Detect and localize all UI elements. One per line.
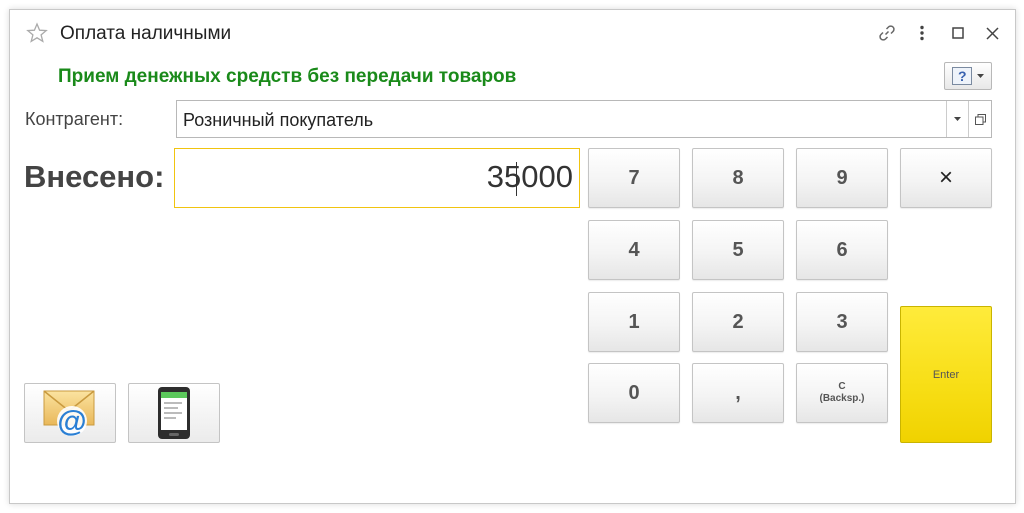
window-title: Оплата наличными — [60, 23, 232, 44]
chevron-down-icon — [954, 116, 961, 121]
key-3[interactable]: 3 — [796, 292, 888, 352]
form-subtitle: Прием денежных средств без передачи това… — [58, 66, 517, 87]
backspace-label-line1: C — [838, 381, 846, 392]
counterparty-field[interactable]: Розничный покупатель — [176, 100, 992, 138]
open-window-icon — [974, 113, 986, 125]
text-caret — [516, 162, 517, 196]
deposit-label: Внесено: — [24, 159, 165, 194]
close-icon[interactable] — [981, 22, 1003, 44]
link-icon[interactable] — [876, 22, 898, 44]
dropdown-button[interactable] — [946, 101, 968, 137]
chevron-down-icon — [977, 73, 984, 78]
titlebar: Оплата наличными — [10, 10, 1015, 56]
key-9[interactable]: 9 — [796, 148, 888, 208]
open-button[interactable] — [968, 101, 991, 137]
counterparty-value: Розничный покупатель — [183, 110, 374, 130]
key-1[interactable]: 1 — [588, 292, 680, 352]
key-8[interactable]: 8 — [692, 148, 784, 208]
backspace-button[interactable]: C (Backsp.) — [796, 363, 888, 423]
cash-payment-window: Оплата наличными Прием денежных средств … — [9, 9, 1016, 504]
email-icon: @ — [43, 390, 95, 438]
deposit-input[interactable]: 35000 — [174, 148, 580, 208]
maximize-icon[interactable] — [947, 22, 969, 44]
more-vertical-icon[interactable] — [911, 22, 933, 44]
phone-icon — [158, 387, 190, 439]
sms-button[interactable] — [128, 383, 220, 443]
key-comma[interactable]: , — [692, 363, 784, 423]
star-icon[interactable] — [26, 22, 48, 44]
key-2[interactable]: 2 — [692, 292, 784, 352]
key-0[interactable]: 0 — [588, 363, 680, 423]
key-6[interactable]: 6 — [796, 220, 888, 280]
help-label: ? — [958, 68, 967, 84]
help-button[interactable]: ? — [944, 62, 992, 90]
email-button[interactable]: @ — [24, 383, 116, 443]
clear-button[interactable]: × — [900, 148, 992, 208]
deposit-value: 35000 — [486, 159, 573, 194]
key-7[interactable]: 7 — [588, 148, 680, 208]
key-4[interactable]: 4 — [588, 220, 680, 280]
counterparty-label: Контрагент: — [25, 109, 124, 129]
enter-button[interactable]: Enter — [900, 306, 992, 443]
svg-text:@: @ — [57, 405, 86, 438]
help-icon: ? — [952, 67, 972, 85]
backspace-label-line2: (Backsp.) — [819, 393, 865, 404]
key-5[interactable]: 5 — [692, 220, 784, 280]
